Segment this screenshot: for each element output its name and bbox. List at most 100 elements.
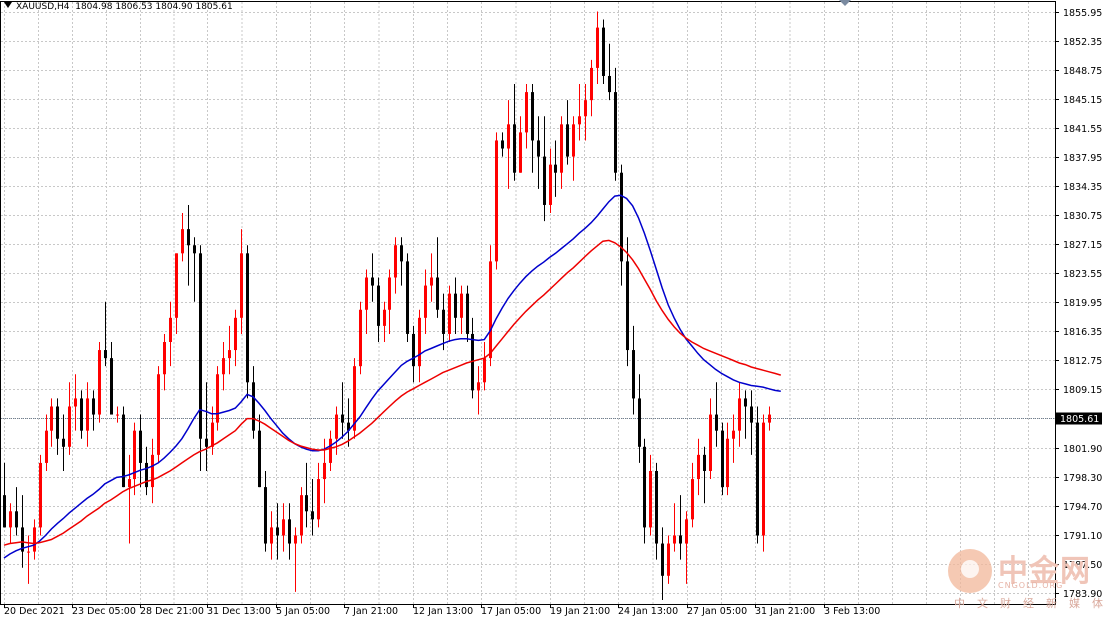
candle-body: [691, 479, 694, 520]
y-tick-label: 1812.75: [1063, 356, 1102, 367]
candle-body: [715, 414, 718, 431]
candle-body: [15, 511, 18, 528]
candle-body: [643, 446, 646, 528]
candle-body: [234, 317, 237, 351]
candle-body: [9, 511, 12, 528]
candle-body: [311, 511, 314, 520]
candle-body: [738, 398, 741, 431]
candle-body: [614, 92, 617, 173]
candle-body: [519, 132, 522, 173]
y-tick-label: 1841.55: [1063, 124, 1102, 135]
candle-body: [169, 317, 172, 343]
candle-body: [549, 164, 552, 205]
candle-body: [323, 462, 326, 480]
candle-body: [537, 140, 540, 157]
candle-body: [228, 350, 231, 359]
y-tick-label: 1791.10: [1063, 531, 1102, 542]
candle-body: [762, 422, 765, 536]
candle-body: [756, 422, 759, 536]
x-tick-label: 31 Dec 13:00: [207, 606, 271, 617]
x-tick-label: 20 Dec 2021: [4, 606, 65, 617]
candle-body: [365, 277, 368, 310]
candle-body: [572, 124, 575, 157]
candle-body: [697, 454, 700, 480]
x-tick-label: 27 Jan 05:00: [687, 606, 747, 617]
candle-body: [246, 253, 249, 383]
candle-body: [460, 293, 463, 318]
x-tick-label: 5 Jan 05:00: [276, 606, 330, 617]
candle-body: [187, 229, 190, 246]
candle-body: [685, 519, 688, 544]
candle-body: [667, 543, 670, 576]
candle-body: [110, 358, 113, 415]
candle-body: [317, 479, 320, 520]
candle-body: [655, 470, 658, 544]
candle-body: [578, 116, 581, 125]
candle-body: [726, 438, 729, 488]
candle-body: [175, 253, 178, 318]
y-tick-label: 1852.35: [1063, 37, 1102, 48]
candle-body: [86, 398, 89, 431]
x-tick-label: 23 Dec 05:00: [72, 606, 136, 617]
candle-body: [560, 124, 563, 173]
candle-body: [590, 67, 593, 101]
y-tick-label: 1816.35: [1063, 327, 1102, 338]
candle-body: [436, 277, 439, 310]
candle-body: [116, 414, 119, 416]
candle-body: [466, 293, 469, 334]
candle-body: [649, 470, 652, 528]
y-tick-label: 1827.15: [1063, 240, 1102, 251]
candle-body: [632, 350, 635, 399]
candle-body: [377, 285, 380, 326]
candle-body: [157, 374, 160, 455]
candle-body: [566, 124, 569, 157]
candle-body: [507, 124, 510, 149]
candle-body: [163, 342, 166, 375]
x-tick-label: 17 Jan 05:00: [481, 606, 541, 617]
y-tick-label: 1823.55: [1063, 269, 1102, 280]
chart-header: XAUUSD,H4 1804.98 1806.53 1804.90 1805.6…: [4, 2, 233, 12]
x-tick-label: 7 Jan 21:00: [344, 606, 398, 617]
candle-body: [477, 382, 480, 391]
y-tick-label: 1798.30: [1063, 473, 1102, 484]
x-tick-label: 12 Jan 13:00: [413, 606, 473, 617]
x-tick-label: 28 Dec 21:00: [140, 606, 204, 617]
candle-body: [383, 309, 386, 326]
candle-body: [602, 27, 605, 76]
candle-body: [400, 245, 403, 262]
candle-body: [151, 454, 154, 488]
candle-body: [98, 350, 101, 415]
candle-body: [45, 430, 48, 463]
candle-body: [608, 75, 611, 93]
dropdown-triangle-icon[interactable]: [4, 2, 12, 8]
candle-body: [205, 438, 208, 447]
candle-body: [430, 277, 433, 286]
shift-marker-icon[interactable]: [839, 0, 851, 6]
price-chart[interactable]: 1855.95 1852.35 1848.75 1845.15 1841.55 1837.…: [0, 0, 1107, 619]
candle-body: [252, 382, 255, 431]
candle-body: [732, 430, 735, 439]
candle-body: [483, 358, 486, 383]
candle-body: [531, 92, 534, 141]
candle-body: [39, 462, 42, 528]
candle-body: [584, 100, 587, 117]
candle-body: [68, 406, 71, 447]
candle-body: [335, 414, 338, 439]
chart-window[interactable]: 1855.95 1852.35 1848.75 1845.15 1841.55 1837.…: [0, 0, 1107, 619]
y-tick-label: 1855.95: [1063, 8, 1102, 19]
x-tick-label: 19 Jan 21:00: [550, 606, 610, 617]
candle-body: [33, 527, 36, 552]
candle-body: [270, 527, 273, 544]
watermark-tagline: 中文财经新媒体: [954, 597, 1107, 610]
candle-body: [394, 245, 397, 278]
candle-body: [276, 527, 279, 536]
candle-body: [92, 398, 95, 415]
candle-body: [489, 261, 492, 359]
candle-body: [442, 309, 445, 334]
y-tick-label: 1848.75: [1063, 66, 1102, 77]
y-tick-label: 1837.95: [1063, 153, 1102, 164]
candle-body: [288, 519, 291, 544]
candle-body: [709, 414, 712, 471]
candle-body: [62, 438, 65, 447]
candle-body: [341, 414, 344, 423]
